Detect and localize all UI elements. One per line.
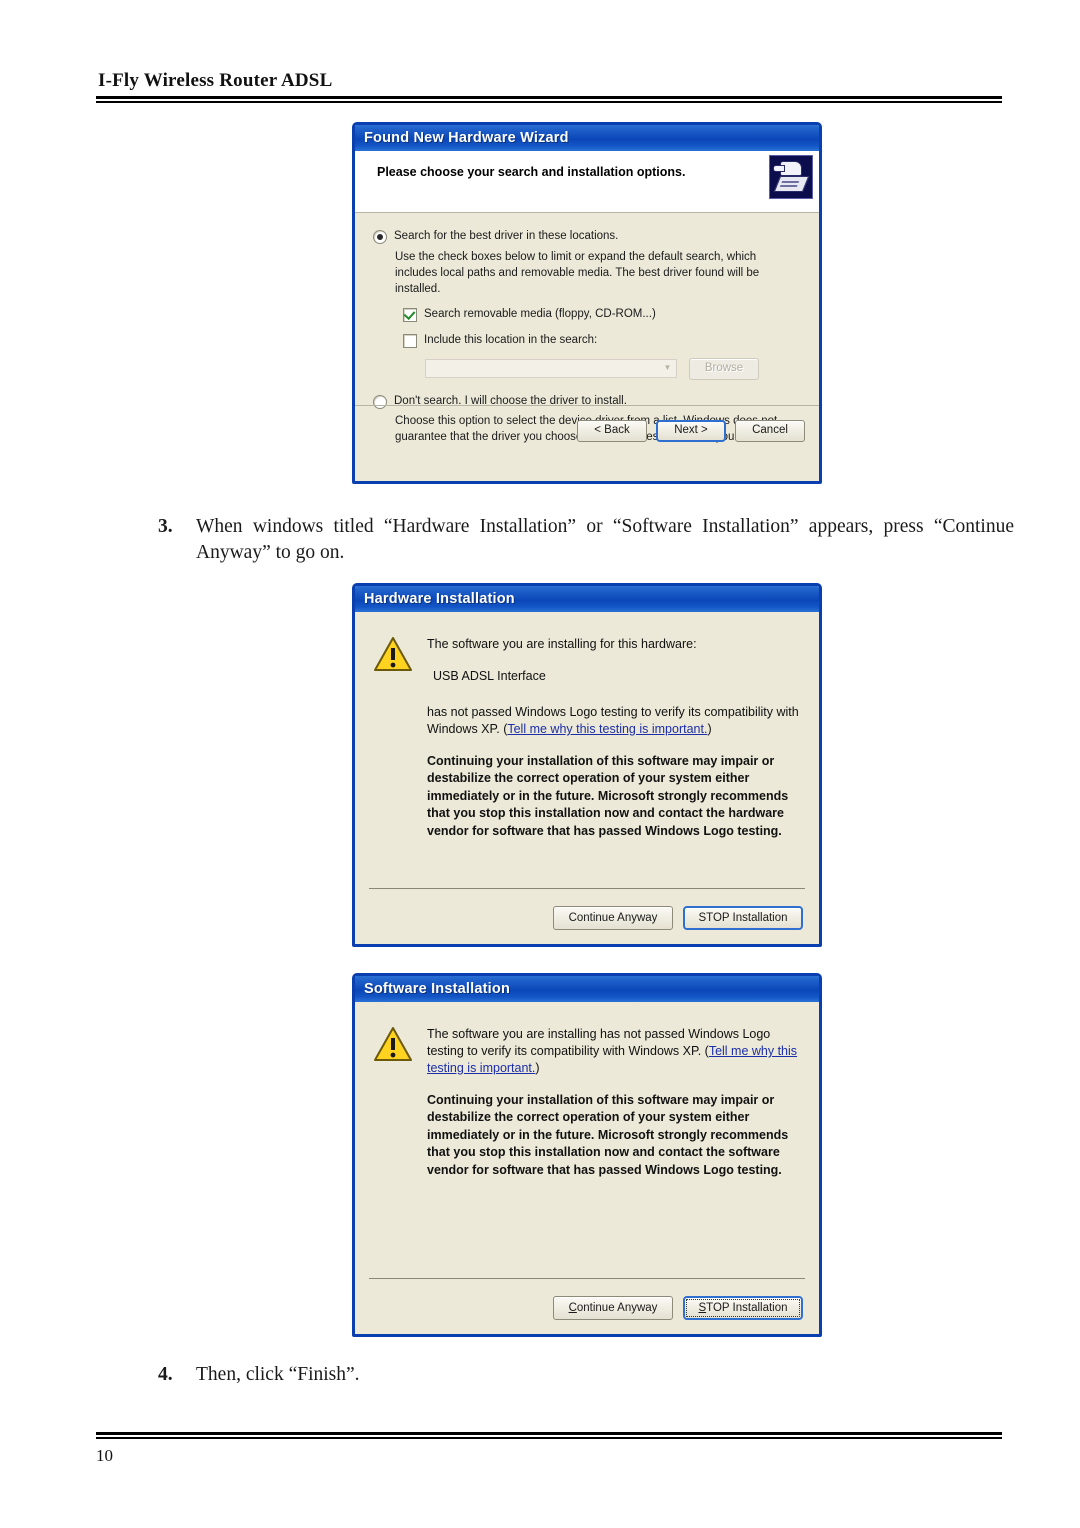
hardware-dialog-body: The software you are installing for this… (355, 612, 819, 944)
hardware-line2: has not passed Windows Logo testing to v… (427, 704, 799, 738)
wizard-heading: Please choose your search and installati… (377, 165, 686, 179)
step-4-number: 4. (158, 1364, 173, 1385)
location-row: ▼ Browse (425, 357, 801, 380)
radio-on-icon (373, 230, 387, 244)
hardware-line2-after: ) (707, 722, 712, 736)
header-rule (96, 96, 1002, 103)
cancel-button[interactable]: Cancel (735, 420, 805, 442)
software-warning-text: Continuing your installation of this sof… (427, 1093, 789, 1177)
checkbox-search-removable-media[interactable]: Search removable media (floppy, CD-ROM..… (403, 307, 801, 323)
found-new-hardware-wizard-dialog: Found New Hardware Wizard Please choose … (352, 122, 822, 484)
chevron-down-icon: ▼ (663, 363, 672, 373)
software-line1-after: ) (535, 1061, 540, 1075)
hardware-dialog-titlebar: Hardware Installation (355, 586, 819, 612)
wizard-titlebar: Found New Hardware Wizard (355, 125, 819, 151)
checkbox-removable-label: Search removable media (floppy, CD-ROM..… (424, 307, 656, 320)
software-dialog-titlebar: Software Installation (355, 976, 819, 1002)
step-4-text: Then, click “Finish”. (196, 1364, 360, 1385)
page-number: 10 (96, 1446, 113, 1465)
hardware-dialog-title: Hardware Installation (364, 591, 515, 607)
warning-triangle-icon (373, 636, 413, 672)
page-footer: 10 (96, 1432, 1002, 1466)
hardware-warning-text: Continuing your installation of this sof… (427, 754, 789, 838)
step-3-text: When windows titled “Hardware Installati… (196, 516, 1014, 563)
tell-me-why-link[interactable]: Tell me why this testing is important. (507, 722, 707, 736)
software-separator (369, 1278, 805, 1279)
page-header: I-Fly Wireless Router ADSL (96, 70, 1002, 103)
hardware-separator (369, 888, 805, 889)
wizard-footer: < Back Next > Cancel (355, 405, 819, 456)
hardware-line1: The software you are installing for this… (427, 637, 697, 651)
hardware-device-name: USB ADSL Interface (433, 669, 546, 683)
checkbox-unchecked-icon (403, 334, 417, 349)
next-button[interactable]: Next > (656, 420, 726, 442)
search-description: Use the check boxes below to limit or ex… (395, 250, 760, 296)
wizard-header-area: Please choose your search and installati… (355, 151, 819, 213)
warning-triangle-icon (373, 1026, 413, 1062)
stop-accel-letter: S (698, 1302, 707, 1314)
back-button[interactable]: < Back (577, 420, 647, 442)
software-dialog-body: The software you are installing has not … (355, 1002, 819, 1334)
location-combobox[interactable]: ▼ (425, 359, 677, 379)
software-dialog-footer: Continue Anyway S TOP Installation (553, 1296, 803, 1320)
hardware-installation-dialog: Hardware Installation The software you a… (352, 583, 822, 947)
radio-search-label: Search for the best driver in these loca… (394, 230, 619, 242)
software-continue-anyway-button[interactable]: Continue Anyway (553, 1296, 673, 1320)
hardware-continue-anyway-button[interactable]: Continue Anyway (553, 906, 673, 930)
stop-label-rest: TOP Installation (706, 1302, 788, 1314)
software-installation-dialog: Software Installation The software you a… (352, 973, 822, 1337)
wizard-body: Search for the best driver in these loca… (355, 213, 819, 456)
software-dialog-text: The software you are installing has not … (427, 1024, 799, 1334)
step-4: 4. Then, click “Finish”. (158, 1362, 758, 1388)
wizard-title: Found New Hardware Wizard (364, 130, 569, 146)
driver-wizard-icon (769, 155, 813, 199)
software-dialog-title: Software Installation (364, 981, 510, 997)
checkbox-include-location[interactable]: Include this location in the search: (403, 333, 801, 349)
footer-rule (96, 1432, 1002, 1439)
step-3: 3. When windows titled “Hardware Install… (158, 514, 1014, 566)
hardware-dialog-text: The software you are installing for this… (427, 634, 799, 944)
software-stop-installation-button[interactable]: S TOP Installation (683, 1296, 803, 1320)
step-3-number: 3. (158, 516, 173, 537)
continue-label-rest: ontinue Anyway (576, 1302, 658, 1314)
hardware-dialog-footer: Continue Anyway STOP Installation (553, 906, 803, 930)
software-line1: The software you are installing has not … (427, 1026, 799, 1077)
browse-button[interactable]: Browse (689, 357, 759, 380)
checkbox-location-label: Include this location in the search: (424, 334, 598, 347)
hardware-stop-installation-button[interactable]: STOP Installation (683, 906, 803, 930)
continue-accel-letter: C (568, 1302, 577, 1314)
radio-search-best-driver[interactable]: Search for the best driver in these loca… (373, 229, 801, 245)
page-title: I-Fly Wireless Router ADSL (98, 70, 333, 91)
checkbox-checked-icon (403, 307, 417, 322)
